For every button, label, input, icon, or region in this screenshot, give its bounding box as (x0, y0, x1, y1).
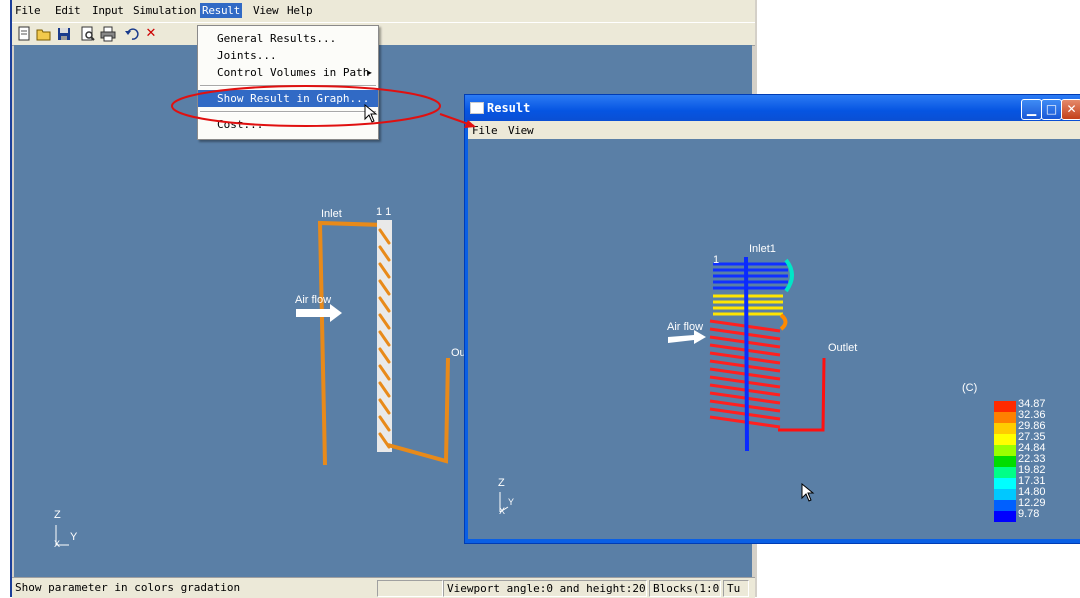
window-icon (470, 102, 484, 114)
new-icon[interactable] (16, 26, 32, 42)
result-titlebar[interactable]: Result ▁ □ ✕ (465, 95, 1080, 121)
statusbar: Show parameter in colors gradation Viewp… (12, 577, 755, 598)
legend-swatch (994, 489, 1016, 500)
axis-z-label: Z (54, 509, 61, 521)
result-menu-view[interactable]: View (508, 124, 534, 137)
legend-swatch (994, 445, 1016, 456)
menu-item-control-volumes[interactable]: Control Volumes in Path ▶ (198, 64, 378, 81)
legend-swatch (994, 478, 1016, 489)
result-inlet-label: Inlet1 (749, 243, 776, 255)
print-preview-icon[interactable] (80, 26, 96, 42)
legend-swatch (994, 412, 1016, 423)
result-axis-x-label: X (499, 506, 506, 516)
status-blocks: Blocks(1:0) (649, 580, 721, 597)
minimize-button[interactable]: ▁ (1021, 99, 1042, 120)
legend-swatch (994, 423, 1016, 434)
mouse-cursor-icon (801, 483, 815, 502)
menu-file[interactable]: File (15, 4, 41, 17)
status-empty-cell (377, 580, 443, 597)
submenu-arrow-icon: ▶ (367, 68, 372, 77)
result-outlet-label: Outlet (828, 342, 858, 354)
menu-view[interactable]: View (253, 4, 279, 17)
result-coil-diagram (499, 256, 826, 513)
legend-swatch (994, 434, 1016, 445)
airflow-label: Air flow (295, 294, 332, 306)
menu-item-joints[interactable]: Joints... (198, 47, 378, 64)
status-message: Show parameter in colors gradation (15, 581, 241, 594)
save-icon[interactable] (56, 26, 72, 42)
inlet-label: Inlet (321, 208, 342, 220)
result-axis-y-label: Y (508, 497, 515, 507)
menu-result[interactable]: Result (200, 3, 242, 18)
menu-edit[interactable]: Edit (55, 4, 81, 17)
open-icon[interactable] (36, 26, 52, 42)
status-extra: Tu (723, 580, 749, 597)
result-axis-z-label: Z (498, 477, 505, 489)
status-viewport-info: Viewport angle:0 and height:200 (443, 580, 647, 597)
menu-separator (200, 111, 376, 113)
menu-mouse-cursor-icon (364, 104, 378, 123)
result-3d-viewport[interactable]: Inlet1 1 Outlet Air flow Z Y X (C) 34.87… (468, 139, 1080, 539)
menu-item-show-result-in-graph[interactable]: Show Result in Graph... (198, 90, 378, 107)
result-airflow-label: Air flow (667, 321, 704, 333)
result-menu-file[interactable]: File (472, 124, 498, 137)
result-menubar: File View (468, 121, 1080, 139)
menubar: File Edit Input Simulation Result View H… (12, 0, 755, 22)
axis-x-label: X (54, 539, 61, 549)
coil-top-label: 1 1 (376, 206, 392, 218)
menu-item-general-results[interactable]: General Results... (198, 30, 378, 47)
result-top-label: 1 (713, 254, 720, 266)
menu-item-cost[interactable]: Cost... (198, 116, 378, 133)
legend-swatch (994, 511, 1016, 522)
legend-value: 9.78 (1018, 508, 1040, 520)
legend-swatch (994, 500, 1016, 511)
undo-icon[interactable] (124, 26, 140, 42)
print-icon[interactable] (100, 26, 116, 42)
delete-icon[interactable]: ✕ (143, 26, 159, 42)
close-button[interactable]: ✕ (1061, 99, 1080, 120)
legend-swatch (994, 401, 1016, 412)
legend-swatch (994, 467, 1016, 478)
legend-swatch (994, 456, 1016, 467)
toolbar: ✕ (12, 22, 755, 46)
menu-help[interactable]: Help (287, 4, 313, 17)
result-window-title: Result (487, 101, 531, 115)
result-window: Result ▁ □ ✕ File View Inlet1 1 Outlet A… (464, 94, 1080, 544)
axis-y-label: Y (70, 531, 78, 543)
menu-simulation[interactable]: Simulation (133, 4, 197, 17)
result-dropdown-menu: General Results... Joints... Control Vol… (197, 25, 379, 140)
menu-input[interactable]: Input (92, 4, 124, 17)
legend-unit: (C) (962, 382, 978, 394)
menu-separator (200, 85, 376, 87)
maximize-button[interactable]: □ (1041, 99, 1062, 120)
